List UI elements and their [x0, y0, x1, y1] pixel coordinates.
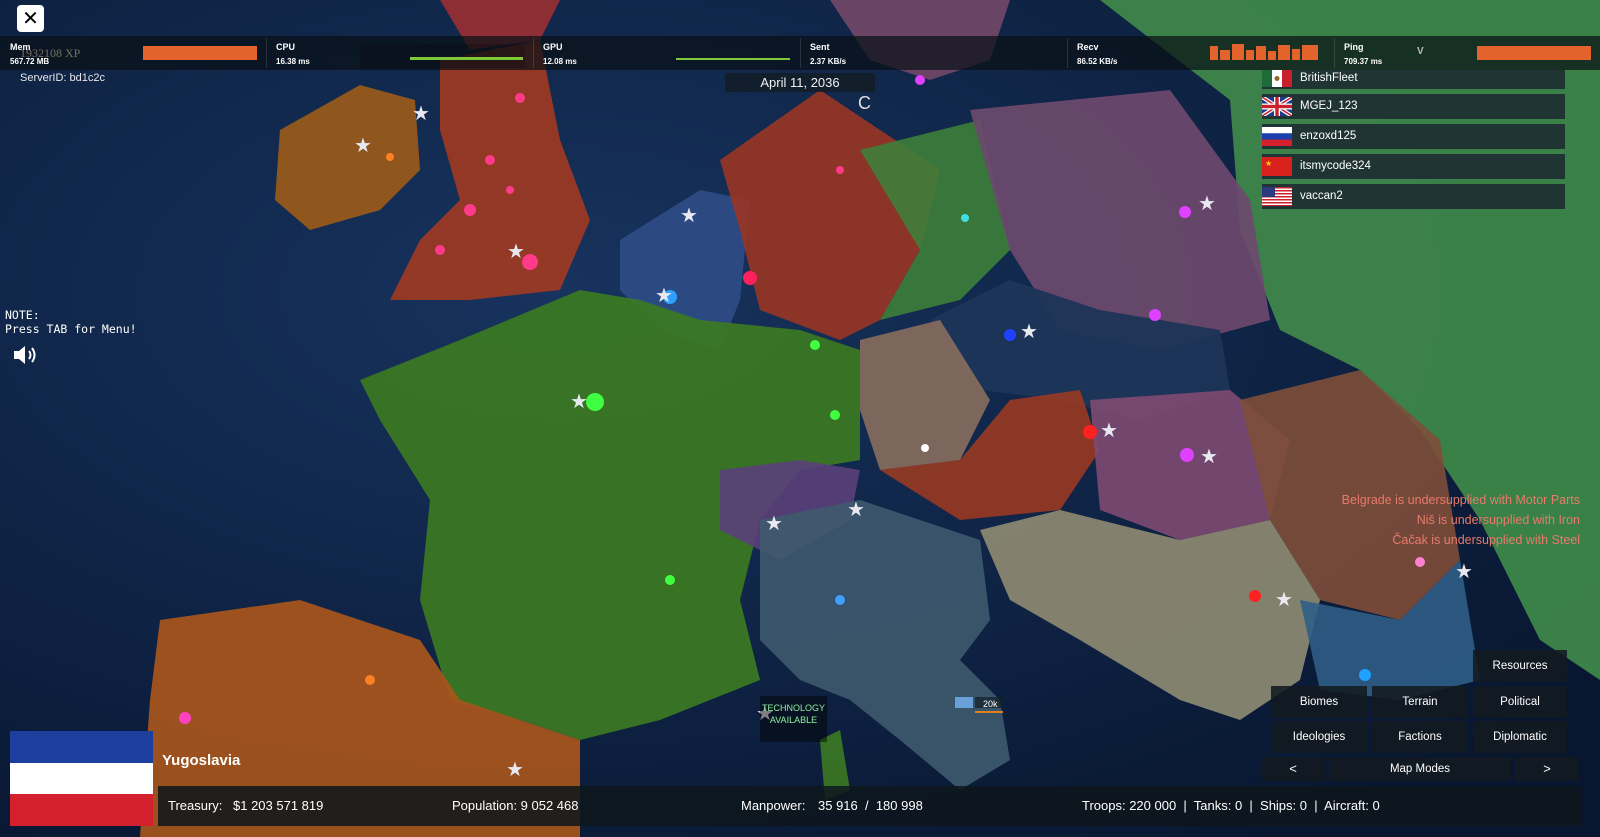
svg-text:★: ★	[1020, 319, 1038, 343]
svg-text:★: ★	[847, 497, 865, 521]
mem-graph	[143, 46, 257, 60]
svg-text:★: ★	[1198, 191, 1216, 215]
player-name: MGEJ_123	[1300, 100, 1358, 112]
perf-sent: Sent 2.37 KB/s	[801, 36, 1067, 70]
perf-recv-label: Recv	[1077, 42, 1099, 52]
perf-sent-label: Sent	[810, 42, 830, 52]
alert-line[interactable]: Niš is undersupplied with Iron	[1342, 510, 1580, 530]
map-mode-resources-button[interactable]: Resources	[1473, 650, 1567, 682]
player-row[interactable]: BritishFleet	[1262, 70, 1565, 89]
map-mode-biomes-button[interactable]: Biomes	[1271, 686, 1367, 718]
perf-sent-value: 2.37 KB/s	[810, 57, 847, 66]
player-name: enzoxd125	[1300, 130, 1357, 142]
tab-menu-note: NOTE: Press TAB for Menu!	[5, 308, 137, 336]
performance-bar: Mem 567.72 MB CPU 16.38 ms GPU 12.08 ms …	[0, 36, 1600, 70]
perf-gpu: GPU 12.08 ms	[534, 36, 800, 70]
ping-marker: V	[1417, 46, 1424, 57]
svg-text:★: ★	[354, 133, 372, 157]
alert-line[interactable]: Belgrade is undersupplied with Motor Par…	[1342, 490, 1580, 510]
country-status-bar: Treasury: $1 203 571 819 Population: 9 0…	[158, 786, 1581, 826]
map-mode-political-button[interactable]: Political	[1473, 686, 1567, 718]
player-name: itsmycode324	[1300, 160, 1371, 172]
unit-strength-label: 20k	[983, 699, 998, 709]
population: Population: 9 052 468	[452, 798, 579, 813]
svg-text:★: ★	[1100, 418, 1118, 442]
flag-russia-icon	[1262, 127, 1292, 146]
flag-usa-icon	[1262, 187, 1292, 206]
technology-available-notice[interactable]: TECHNOLOGY AVAILABLE	[760, 696, 827, 742]
perf-cpu: CPU 16.38 ms	[267, 36, 533, 70]
svg-text:★: ★	[412, 101, 430, 125]
map-mode-prev-button[interactable]: <	[1261, 757, 1325, 781]
svg-text:★: ★	[655, 283, 673, 307]
perf-gpu-label: GPU	[543, 42, 563, 52]
svg-text:★: ★	[1200, 444, 1218, 468]
player-row[interactable]: ★ itsmycode324	[1262, 154, 1565, 179]
player-row[interactable]: MGEJ_123	[1262, 94, 1565, 119]
svg-text:★: ★	[506, 757, 524, 781]
ping-graph	[1477, 46, 1591, 60]
map-mode-next-button[interactable]: >	[1515, 757, 1579, 781]
map-mode-ideologies-button[interactable]: Ideologies	[1271, 721, 1367, 753]
svg-text:★: ★	[765, 511, 783, 535]
supply-alerts: Belgrade is undersupplied with Motor Par…	[1342, 490, 1580, 550]
flag-mexico-icon	[1262, 70, 1292, 87]
perf-ping-label: Ping	[1344, 42, 1364, 52]
military-summary: Troops: 220 000 | Tanks: 0 | Ships: 0 | …	[1082, 798, 1380, 813]
perf-cpu-value: 16.38 ms	[276, 57, 310, 66]
xp-counter: 1932108 XP	[20, 46, 81, 60]
country-flag-icon[interactable]	[10, 731, 153, 826]
svg-text:★: ★	[680, 203, 698, 227]
svg-text:★: ★	[1455, 559, 1473, 583]
map-mode-factions-button[interactable]: Factions	[1372, 721, 1468, 753]
perf-gpu-value: 12.08 ms	[543, 57, 577, 66]
player-name: BritishFleet	[1300, 72, 1358, 84]
tech-line2: AVAILABLE	[769, 715, 818, 725]
map-mode-diplomatic-button[interactable]: Diplomatic	[1473, 721, 1567, 753]
svg-text:★: ★	[1265, 159, 1272, 168]
speaker-icon[interactable]	[12, 343, 40, 367]
cpu-graph	[360, 44, 525, 68]
svg-text:★: ★	[1275, 587, 1293, 611]
flag-uk-icon	[1262, 97, 1292, 116]
tech-line1: TECHNOLOGY	[761, 703, 825, 713]
perf-cpu-label: CPU	[276, 42, 296, 52]
player-name: vaccan2	[1300, 190, 1343, 202]
perf-recv-value: 86.52 KB/s	[1077, 57, 1118, 66]
manpower-label: Manpower:	[741, 798, 806, 813]
player-row[interactable]: enzoxd125	[1262, 124, 1565, 149]
game-date: April 11, 2036	[725, 73, 875, 92]
map-mode-terrain-button[interactable]: Terrain	[1372, 686, 1468, 718]
treasury-value: $1 203 571 819	[233, 798, 324, 813]
player-list: BritishFleet MGEJ_123 enzoxd125 ★ itsmyc…	[1262, 70, 1565, 214]
perf-recv: Recv 86.52 KB/s	[1068, 36, 1334, 70]
manpower-value: 35 916 / 180 998	[818, 798, 923, 813]
alert-line[interactable]: Čačak is undersupplied with Steel	[1342, 530, 1580, 550]
close-button[interactable]: ✕	[17, 5, 44, 32]
map-modes-title: Map Modes	[1329, 757, 1511, 781]
treasury-label: Treasury:	[168, 798, 223, 813]
country-name: Yugoslavia	[162, 752, 241, 769]
date-c-glyph: C	[858, 93, 871, 113]
perf-ping-value: 709.37 ms	[1344, 57, 1383, 66]
perf-ping: Ping 709.37 ms V	[1335, 36, 1600, 70]
server-id: ServerID: bd1c2c	[20, 72, 105, 84]
svg-text:★: ★	[507, 239, 525, 263]
player-row[interactable]: vaccan2	[1262, 184, 1565, 209]
svg-text:★: ★	[570, 389, 588, 413]
flag-china-icon: ★	[1262, 157, 1292, 176]
